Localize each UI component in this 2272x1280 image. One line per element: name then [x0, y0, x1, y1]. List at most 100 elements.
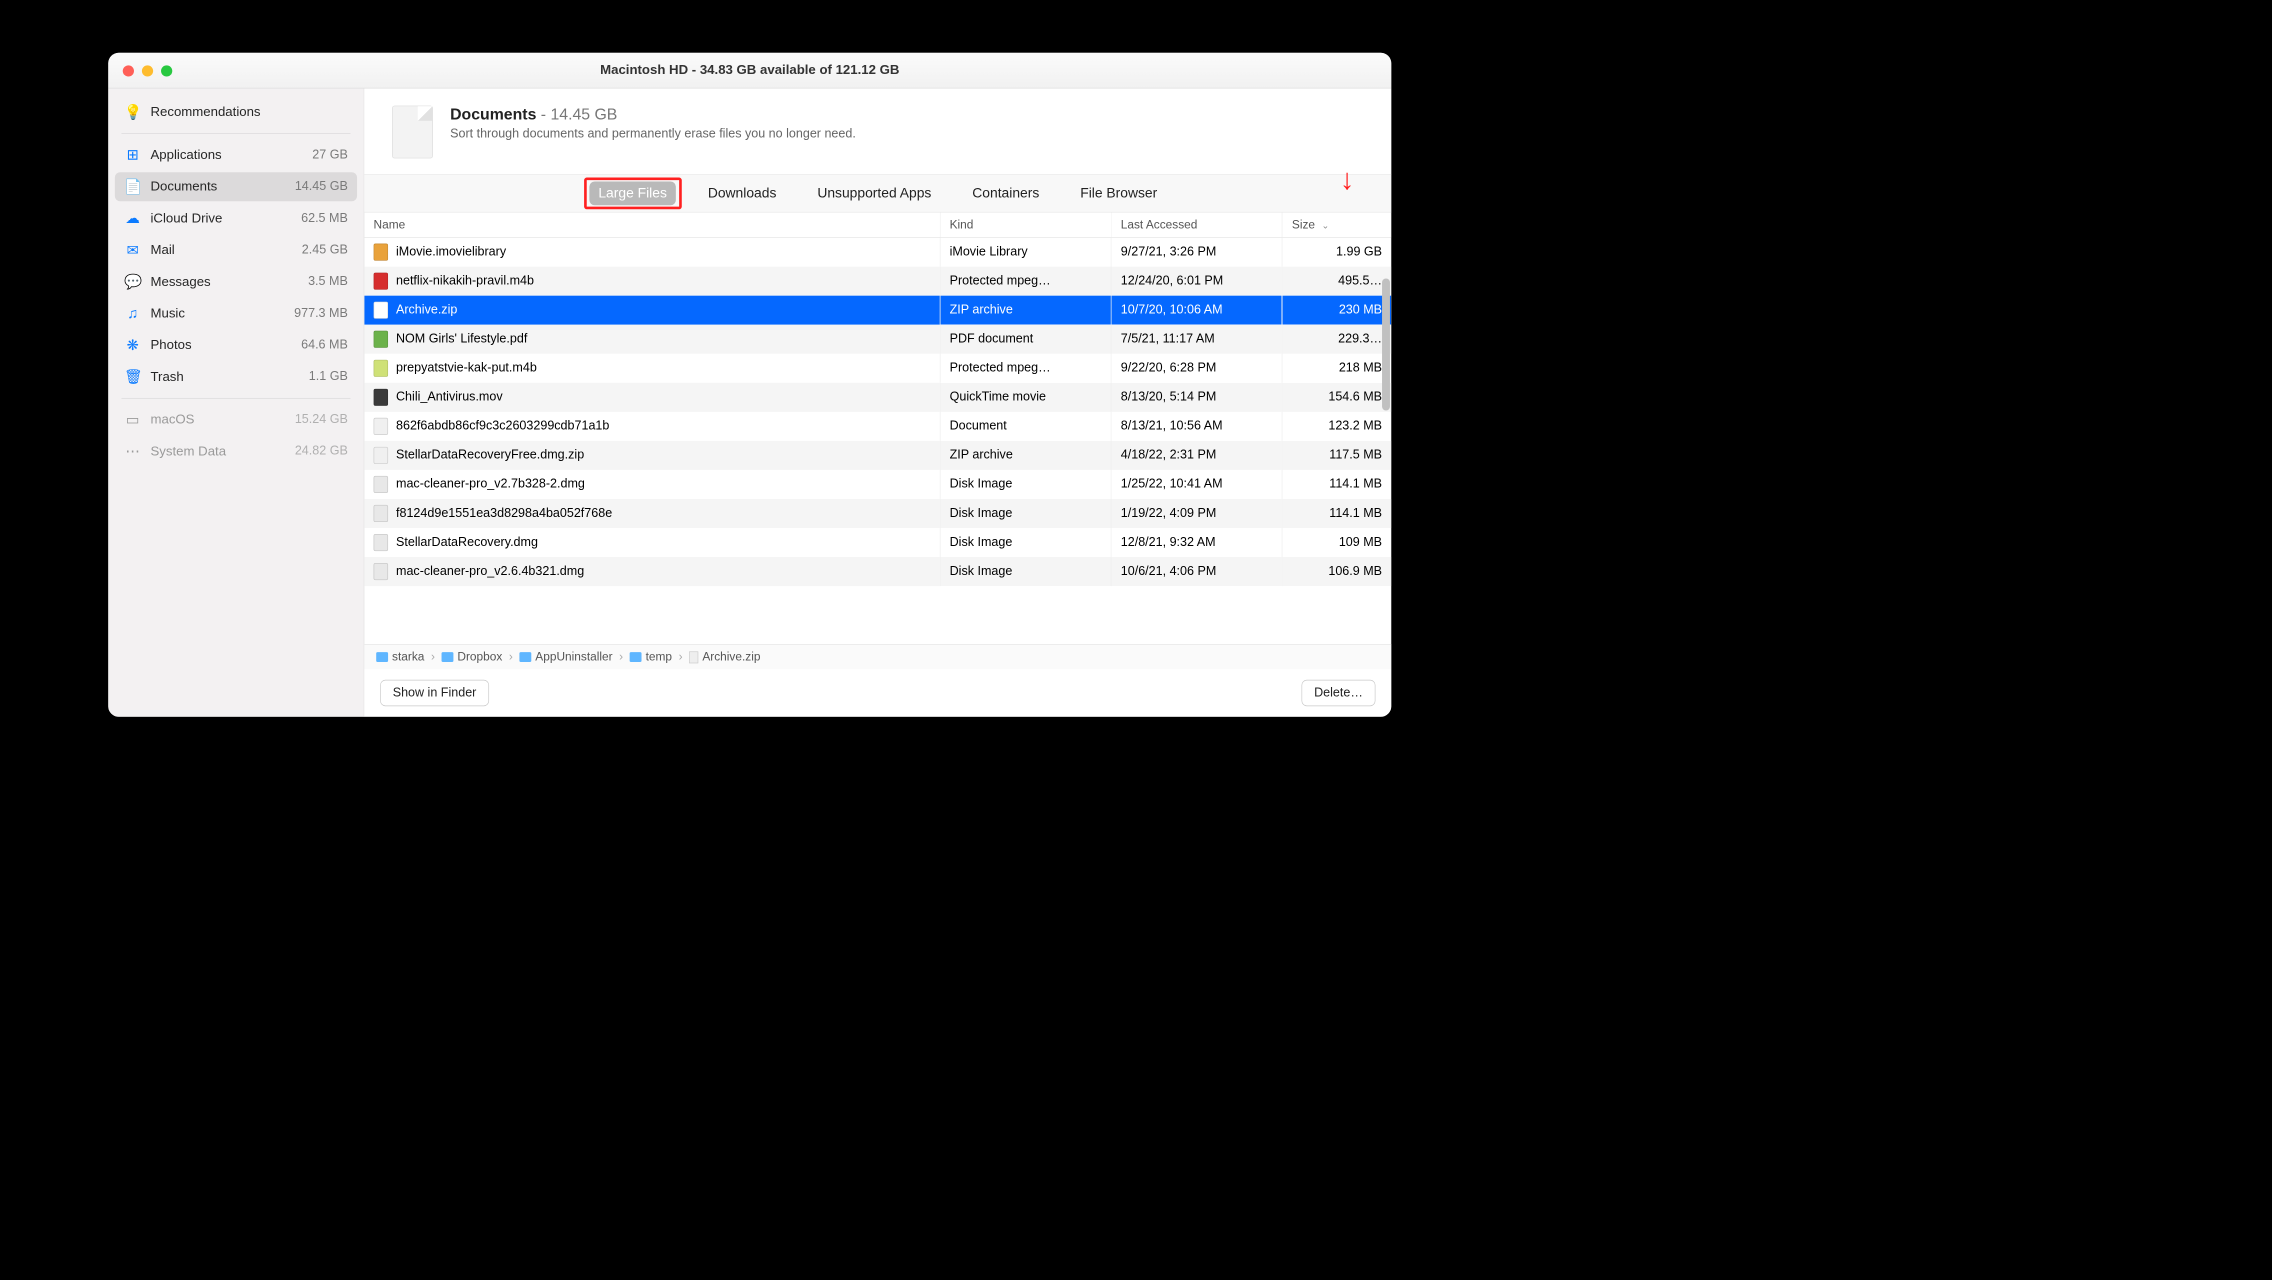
- tab-containers[interactable]: Containers: [963, 182, 1049, 206]
- file-name: f8124d9e1551ea3d8298a4ba052f768e: [396, 506, 612, 521]
- sidebar-item-label: Documents: [150, 179, 294, 194]
- close-icon[interactable]: [123, 65, 134, 76]
- file-kind: Disk Image: [940, 470, 1111, 499]
- scrollbar-thumb[interactable]: [1382, 279, 1390, 411]
- file-table-scroll[interactable]: NameKindLast AccessedSize⌄ iMovie.imovie…: [364, 213, 1391, 645]
- file-kind: Disk Image: [940, 557, 1111, 586]
- sidebar-icon: ✉︎: [124, 242, 141, 259]
- sidebar-icon: ⊞: [124, 147, 141, 164]
- main-content: Documents - 14.45 GB Sort through docume…: [364, 88, 1391, 716]
- sidebar-item-label: System Data: [150, 444, 294, 459]
- sidebar-item-music[interactable]: ♫Music977.3 MB: [115, 299, 357, 328]
- file-size: 123.2 MB: [1282, 412, 1391, 441]
- table-row[interactable]: prepyatstvie-kak-put.m4bProtected mpeg…9…: [364, 354, 1391, 383]
- table-row[interactable]: f8124d9e1551ea3d8298a4ba052f768eDisk Ima…: [364, 499, 1391, 528]
- column-header-kind[interactable]: Kind: [940, 213, 1111, 238]
- column-header-last-accessed[interactable]: Last Accessed: [1111, 213, 1282, 238]
- section-size: - 14.45 GB: [536, 106, 617, 124]
- file-icon: [374, 534, 389, 551]
- file-date: 10/7/20, 10:06 AM: [1111, 296, 1282, 325]
- table-row[interactable]: Chili_Antivirus.movQuickTime movie8/13/2…: [364, 383, 1391, 412]
- sidebar-item-size: 1.1 GB: [309, 370, 348, 385]
- file-size: 218 MB: [1282, 354, 1391, 383]
- folder-icon: [630, 652, 642, 662]
- file-name: StellarDataRecovery.dmg: [396, 535, 538, 550]
- sidebar-item-documents[interactable]: 📄Documents14.45 GB: [115, 172, 357, 201]
- table-row[interactable]: StellarDataRecoveryFree.dmg.zipZIP archi…: [364, 441, 1391, 470]
- file-kind: Disk Image: [940, 528, 1111, 557]
- sidebar-item-photos[interactable]: ❋Photos64.6 MB: [115, 331, 357, 360]
- file-icon: [374, 244, 389, 261]
- file-date: 7/5/21, 11:17 AM: [1111, 325, 1282, 354]
- file-size: 114.1 MB: [1282, 499, 1391, 528]
- sidebar-item-macos[interactable]: ▭macOS15.24 GB: [115, 405, 357, 434]
- folder-icon: [376, 652, 388, 662]
- zoom-icon[interactable]: [161, 65, 172, 76]
- chevron-down-icon: ⌄: [1322, 220, 1330, 231]
- table-row[interactable]: mac-cleaner-pro_v2.6.4b321.dmgDisk Image…: [364, 557, 1391, 586]
- sidebar-item-label: Messages: [150, 274, 308, 289]
- file-kind: Protected mpeg…: [940, 267, 1111, 296]
- file-name: netflix-nikakih-pravil.m4b: [396, 274, 534, 289]
- sidebar-icon: 🗑: [124, 368, 141, 385]
- sidebar-item-size: 62.5 MB: [301, 211, 348, 226]
- sidebar-item-label: macOS: [150, 412, 294, 427]
- breadcrumb-item[interactable]: AppUninstaller: [519, 650, 612, 664]
- file-date: 9/27/21, 3:26 PM: [1111, 237, 1282, 266]
- table-row[interactable]: netflix-nikakih-pravil.m4b Protected mpeg…: [364, 267, 1391, 296]
- sidebar-item-label: Mail: [150, 243, 301, 258]
- file-size: 154.6 MB: [1282, 383, 1391, 412]
- sidebar-item-system-data[interactable]: ⋯System Data24.82 GB: [115, 437, 357, 466]
- breadcrumb-item[interactable]: Archive.zip: [689, 650, 760, 664]
- file-kind: iMovie Library: [940, 237, 1111, 266]
- table-row[interactable]: Archive.zipZIP archive10/7/20, 10:06 AM2…: [364, 296, 1391, 325]
- file-kind: Protected mpeg…: [940, 354, 1111, 383]
- sidebar-item-applications[interactable]: ⊞Applications27 GB: [115, 141, 357, 170]
- delete-button[interactable]: Delete…: [1302, 680, 1376, 706]
- sidebar-icon: ▭: [124, 411, 141, 428]
- tab-unsupported-apps[interactable]: Unsupported Apps: [808, 182, 941, 206]
- show-in-finder-button[interactable]: Show in Finder: [380, 680, 489, 706]
- file-name: mac-cleaner-pro_v2.7b328-2.dmg: [396, 477, 585, 492]
- breadcrumb-label: AppUninstaller: [535, 650, 612, 664]
- table-row[interactable]: 862f6abdb86cf9c3c2603299cdb71a1b Document…: [364, 412, 1391, 441]
- file-icon: [374, 563, 389, 580]
- breadcrumb-item[interactable]: temp: [630, 650, 672, 664]
- table-row[interactable]: mac-cleaner-pro_v2.7b328-2.dmg Disk Image…: [364, 470, 1391, 499]
- file-size: 117.5 MB: [1282, 441, 1391, 470]
- file-date: 12/8/21, 9:32 AM: [1111, 528, 1282, 557]
- tab-file-browser[interactable]: File Browser: [1071, 182, 1167, 206]
- tab-large-files[interactable]: Large Files: [589, 182, 676, 206]
- sidebar-item-label: iCloud Drive: [150, 211, 301, 226]
- sidebar-icon: 💡: [124, 104, 141, 121]
- table-row[interactable]: NOM Girls' Lifestyle.pdfPDF document7/5/…: [364, 325, 1391, 354]
- file-name: 862f6abdb86cf9c3c2603299cdb71a1b: [396, 419, 609, 434]
- section-title: Documents: [450, 106, 536, 124]
- breadcrumb-item[interactable]: starka: [376, 650, 424, 664]
- column-header-name[interactable]: Name: [364, 213, 940, 238]
- sidebar-item-icloud-drive[interactable]: ☁︎ iCloud Drive62.5 MB: [115, 204, 357, 233]
- file-icon: [374, 302, 389, 319]
- chevron-right-icon: ›: [509, 650, 513, 664]
- sidebar: 💡Recommendations ⊞Applications27 GB📄Docum…: [108, 88, 364, 716]
- breadcrumb-label: starka: [392, 650, 424, 664]
- file-icon: [374, 447, 389, 464]
- file-kind: Document: [940, 412, 1111, 441]
- sidebar-item-recommendations[interactable]: 💡Recommendations: [115, 98, 357, 127]
- breadcrumb-item[interactable]: Dropbox: [442, 650, 503, 664]
- table-row[interactable]: StellarDataRecovery.dmg Disk Image12/8/21…: [364, 528, 1391, 557]
- tab-downloads[interactable]: Downloads: [699, 182, 786, 206]
- minimize-icon[interactable]: [142, 65, 153, 76]
- sidebar-item-size: 2.45 GB: [302, 243, 348, 258]
- sidebar-item-messages[interactable]: 💬Messages3.5 MB: [115, 267, 357, 296]
- chevron-right-icon: ›: [619, 650, 623, 664]
- file-table: NameKindLast AccessedSize⌄ iMovie.imovie…: [364, 213, 1391, 587]
- column-header-size[interactable]: Size⌄: [1282, 213, 1391, 238]
- file-date: 12/24/20, 6:01 PM: [1111, 267, 1282, 296]
- table-row[interactable]: iMovie.imovielibraryiMovie Library9/27/2…: [364, 237, 1391, 266]
- sidebar-icon: 💬: [124, 273, 141, 290]
- action-bar: Show in Finder Delete…: [364, 669, 1391, 717]
- sidebar-icon: ☁︎: [124, 210, 141, 227]
- sidebar-item-trash[interactable]: 🗑Trash1.1 GB: [115, 362, 357, 391]
- sidebar-item-mail[interactable]: ✉︎ Mail2.45 GB: [115, 236, 357, 265]
